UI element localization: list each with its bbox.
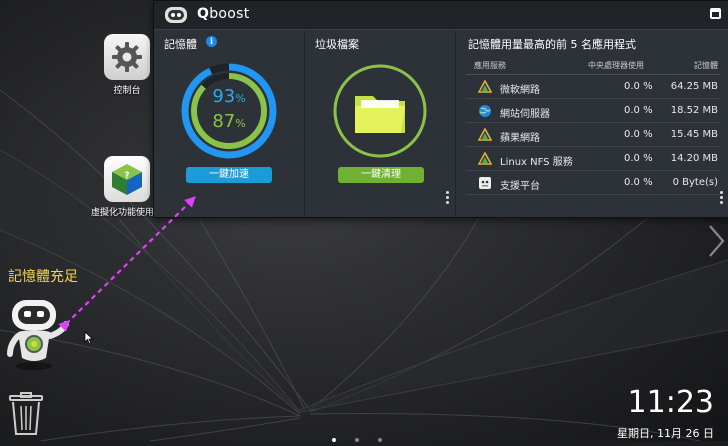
header-cpu: 中央處理器使用 (588, 61, 644, 70)
app-cpu: 0.0 % (624, 177, 653, 188)
qboost-robot-icon (164, 6, 188, 28)
app-name: 網站伺服器 (500, 109, 550, 120)
junk-files-section: 垃圾檔案 一鍵清理 (305, 30, 456, 216)
info-icon[interactable]: i (206, 36, 217, 47)
top-apps-table: 應用服務 中央處理器使用 記憶體 微軟網路 0.0 % 64.25 MB 網站伺… (466, 58, 720, 195)
table-row[interactable]: 微軟網路 0.0 % 64.25 MB (466, 75, 720, 99)
table-row[interactable]: 蘋果網路 0.0 % 15.45 MB (466, 123, 720, 147)
qboost-window: Qboost 記憶體 i 93% 87% 一鍵加速 垃圾檔案 一鍵清理 記憶體用… (153, 0, 728, 218)
page-dot[interactable] (332, 438, 336, 442)
window-titlebar: Qboost (154, 1, 728, 30)
app-cpu: 0.0 % (624, 153, 653, 164)
globe-icon (478, 104, 492, 118)
trash-icon[interactable] (8, 392, 44, 440)
robot-support-icon (478, 176, 492, 190)
junk-folder-graphic (331, 62, 429, 160)
app-cpu: 0.0 % (624, 81, 653, 92)
more-options-icon[interactable] (446, 191, 449, 206)
table-row[interactable]: 網站伺服器 0.0 % 18.52 MB (466, 99, 720, 123)
app-cpu: 0.0 % (624, 129, 653, 140)
table-row[interactable]: 支援平台 0.0 % 0 Byte(s) (466, 171, 720, 195)
one-click-boost-button[interactable]: 一鍵加速 (186, 167, 272, 183)
next-page-chevron-icon[interactable] (706, 224, 726, 262)
memory-status-text: 記憶體充足 (8, 269, 78, 285)
app-name: 支援平台 (500, 181, 540, 192)
app-memory: 15.45 MB (670, 129, 718, 140)
page-indicator (332, 427, 401, 446)
app-memory: 14.20 MB (670, 153, 718, 164)
top-apps-title: 記憶體用量最高的前 5 名應用程式 (468, 38, 636, 51)
app-memory: 0 Byte(s) (672, 177, 718, 188)
app-memory: 64.25 MB (670, 81, 718, 92)
qnap-triangle-icon (477, 151, 493, 166)
app-name: 微軟網路 (500, 85, 540, 96)
table-header: 應用服務 中央處理器使用 記憶體 (466, 58, 720, 75)
window-title: Qboost (197, 6, 250, 22)
maximize-icon[interactable] (710, 8, 721, 19)
table-row[interactable]: Linux NFS 服務 0.0 % 14.20 MB (466, 147, 720, 171)
clock: 11:23 (627, 385, 714, 420)
app-name: Linux NFS 服務 (500, 157, 573, 168)
mouse-cursor-icon (84, 330, 94, 349)
gear-icon (104, 34, 150, 80)
app-cpu: 0.0 % (624, 105, 653, 116)
header-memory: 記憶體 (694, 61, 718, 70)
memory-percent-blue: 93% (212, 86, 246, 107)
memory-gauge: 93% 87% (180, 62, 278, 160)
svg-text:?: ? (124, 171, 129, 181)
page-dot[interactable] (355, 438, 359, 442)
one-click-clean-button[interactable]: 一鍵清理 (338, 167, 424, 183)
qnap-triangle-icon (477, 79, 493, 94)
more-options-icon[interactable] (720, 191, 723, 206)
date: 星期日, 11月 26 日 (617, 427, 714, 440)
header-app: 應用服務 (474, 61, 506, 70)
virtualization-cube-icon: ? (104, 156, 150, 202)
qboost-robot-widget[interactable] (4, 296, 76, 376)
app-memory: 18.52 MB (670, 105, 718, 116)
memory-title: 記憶體 (164, 38, 197, 51)
app-name: 蘋果網路 (500, 133, 540, 144)
page-dot[interactable] (378, 438, 382, 442)
memory-section: 記憶體 i 93% 87% 一鍵加速 (154, 30, 305, 216)
junk-title: 垃圾檔案 (315, 38, 359, 51)
qnap-triangle-icon (477, 127, 493, 142)
top-apps-section: 記憶體用量最高的前 5 名應用程式 應用服務 中央處理器使用 記憶體 微軟網路 … (456, 30, 728, 216)
memory-percent-green: 87% (212, 111, 246, 132)
